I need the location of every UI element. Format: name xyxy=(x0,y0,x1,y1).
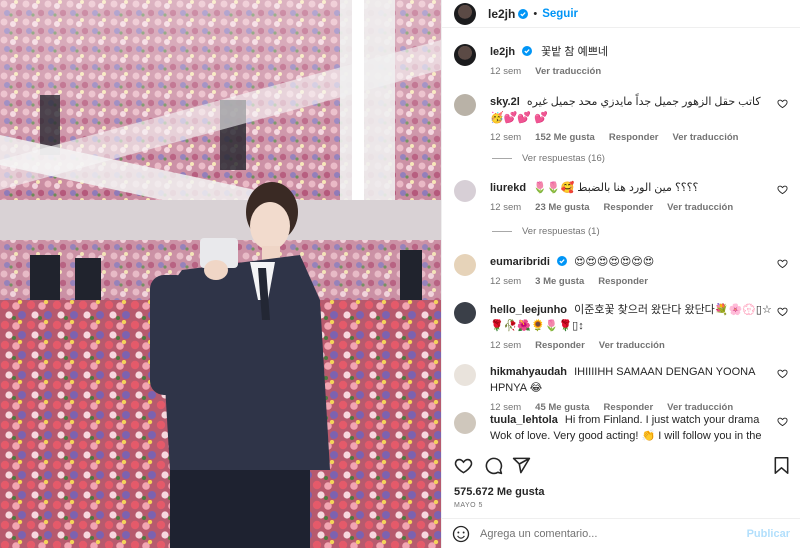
comment-text: 🌷🌷🥰 ؟؟؟؟ مين الورد هنا بالضبط xyxy=(533,182,699,194)
comment-avatar[interactable] xyxy=(454,180,476,202)
heart-icon[interactable] xyxy=(777,368,788,379)
heart-icon[interactable] xyxy=(777,416,788,427)
comment-item: sky.2l كاتب حقل الزهور جميل جداً مايدزي … xyxy=(454,94,792,146)
heart-icon[interactable] xyxy=(777,258,788,269)
comment-avatar[interactable] xyxy=(454,94,476,116)
post-image xyxy=(0,0,441,548)
comment-username[interactable]: tuula_lehtola xyxy=(490,414,558,426)
comment-translate-link[interactable]: Ver traducción xyxy=(672,130,738,146)
verified-badge-icon xyxy=(518,8,529,19)
comment-item: liurekd 🌷🌷🥰 ؟؟؟؟ مين الورد هنا بالضبط 12… xyxy=(454,180,792,216)
comment-avatar[interactable] xyxy=(454,364,476,386)
verified-badge-icon xyxy=(556,256,567,266)
emoji-icon[interactable] xyxy=(452,525,470,543)
share-icon[interactable] xyxy=(512,456,531,475)
comment-reply-button[interactable]: Responder xyxy=(604,200,654,216)
heart-icon[interactable] xyxy=(777,184,788,195)
comment-item: hello_leejunho 이준호꽃 찾으러 왔단다 왔단다💐🌸💮▯☆🌹🥀🌺🌻… xyxy=(454,302,792,354)
bookmark-icon[interactable] xyxy=(773,456,790,475)
caption-username[interactable]: le2jh xyxy=(490,46,515,58)
view-replies-button[interactable]: Ver respuestas (1) xyxy=(492,226,600,237)
comment-likes[interactable]: 23 Me gusta xyxy=(535,200,589,216)
comment-reply-button[interactable]: Responder xyxy=(609,130,659,146)
comment-username[interactable]: eumaribridi xyxy=(490,256,550,268)
post-photo[interactable] xyxy=(0,0,441,548)
post-actions xyxy=(454,454,790,478)
comment-time[interactable]: 12 sem xyxy=(490,130,521,146)
view-replies-label: Ver respuestas (16) xyxy=(522,153,605,164)
comment-item: eumaribridi 😍😍😍😍😍😍😍 12 sem 3 Me gusta Re… xyxy=(454,254,792,290)
verified-badge-icon xyxy=(522,46,533,56)
likes-count[interactable]: 575.672 Me gusta xyxy=(454,486,545,498)
heart-icon[interactable] xyxy=(777,306,788,317)
author-username[interactable]: le2jh xyxy=(488,7,515,21)
comment-time[interactable]: 12 sem xyxy=(490,338,521,354)
post-side-panel: le2jh • Seguir le2jh 꽃밭 참 예쁘네 12 sem Ver… xyxy=(441,0,800,548)
comment-username[interactable]: liurekd xyxy=(490,182,526,194)
comment-text: 😍😍😍😍😍😍😍 xyxy=(573,256,655,268)
comment-text: كاتب حقل الزهور جميل جداً مايدزي محد جمي… xyxy=(490,96,761,124)
comment-reply-button[interactable]: Responder xyxy=(535,338,585,354)
caption-text: 꽃밭 참 예쁘네 xyxy=(541,46,608,58)
comment-username[interactable]: sky.2l xyxy=(490,96,520,108)
comment-username[interactable]: hello_leejunho xyxy=(490,304,567,316)
comment-input[interactable] xyxy=(480,527,747,540)
follow-button[interactable]: Seguir xyxy=(542,8,578,20)
comments-list[interactable]: le2jh 꽃밭 참 예쁘네 12 sem Ver traducción sky… xyxy=(442,36,800,444)
header-separator: • xyxy=(533,7,538,20)
heart-icon[interactable] xyxy=(777,98,788,109)
author-avatar[interactable] xyxy=(454,2,476,25)
comment-avatar[interactable] xyxy=(454,254,476,276)
comment-item: hikmahyaudah IHIIIIHH SAMAAN DENGAN YOON… xyxy=(454,364,792,416)
comment-username[interactable]: hikmahyaudah xyxy=(490,366,567,378)
comment-translate-link[interactable]: Ver traducción xyxy=(667,200,733,216)
comment-composer: Publicar xyxy=(442,518,800,548)
comment-reply-button[interactable]: Responder xyxy=(598,274,648,290)
comment-avatar[interactable] xyxy=(454,412,476,434)
comment-translate-link[interactable]: Ver traducción xyxy=(599,338,665,354)
caption: le2jh 꽃밭 참 예쁘네 12 sem Ver traducción xyxy=(454,44,792,80)
view-replies-label: Ver respuestas (1) xyxy=(522,226,600,237)
post-date: MAYO 5 xyxy=(454,502,483,509)
comment-time[interactable]: 12 sem xyxy=(490,200,521,216)
comment-item: tuula_lehtola Hi from Finland. I just wa… xyxy=(454,412,792,444)
comment-likes[interactable]: 3 Me gusta xyxy=(535,274,584,290)
caption-translate-link[interactable]: Ver traducción xyxy=(535,64,601,80)
caption-time[interactable]: 12 sem xyxy=(490,64,521,80)
instagram-post-view: le2jh • Seguir le2jh 꽃밭 참 예쁘네 12 sem Ver… xyxy=(0,0,800,548)
comment-likes[interactable]: 152 Me gusta xyxy=(535,130,595,146)
comment-avatar[interactable] xyxy=(454,302,476,324)
like-heart-icon[interactable] xyxy=(454,456,473,475)
caption-avatar[interactable] xyxy=(454,44,476,66)
view-replies-button[interactable]: Ver respuestas (16) xyxy=(492,153,605,164)
publish-button[interactable]: Publicar xyxy=(747,528,790,540)
post-header: le2jh • Seguir xyxy=(442,0,800,28)
comment-time[interactable]: 12 sem xyxy=(490,274,521,290)
comment-icon[interactable] xyxy=(484,456,503,475)
